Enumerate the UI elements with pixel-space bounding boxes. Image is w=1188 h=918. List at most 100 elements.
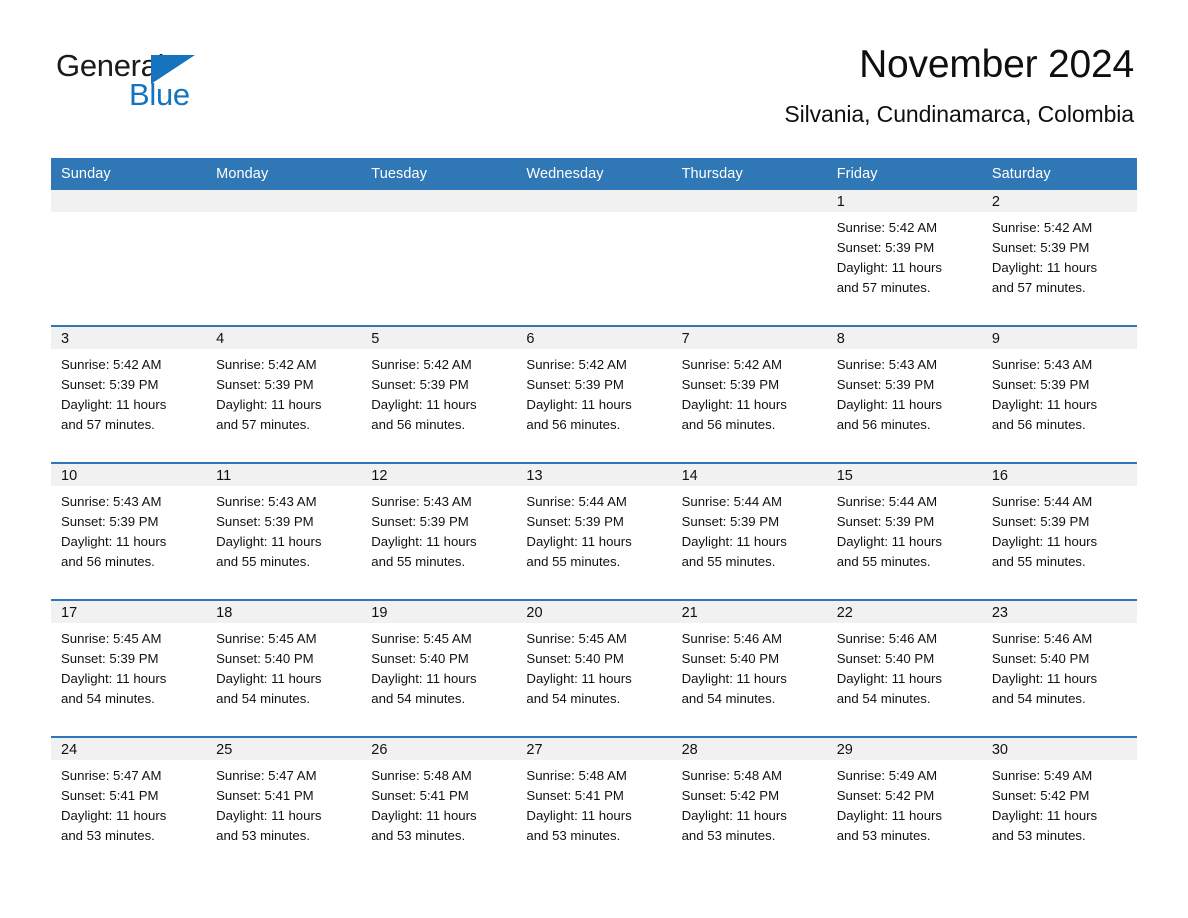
page-title: November 2024 <box>859 43 1134 86</box>
title-block: November 2024 Silvania, Cundinamarca, Co… <box>784 43 1134 128</box>
day-daylight-line: Daylight: 11 hours <box>526 397 632 413</box>
day-details: Sunrise: 5:44 AM Sunset: 5:39 PM Daylight:… <box>982 486 1137 572</box>
day-details <box>516 212 671 218</box>
day-cell[interactable]: 15 Sunrise: 5:44 AM Sunset: 5:39 PM Dayligh… <box>826 462 982 600</box>
day-cell[interactable]: 26 Sunrise: 5:48 AM Sunset: 5:41 PM Dayligh… <box>361 736 517 873</box>
day-cell[interactable]: 18 Sunrise: 5:45 AM Sunset: 5:40 PM Dayligh… <box>206 599 362 737</box>
day-sunrise-line: Sunrise: 5:42 AM <box>216 357 317 372</box>
day-cell[interactable]: 11 Sunrise: 5:43 AM Sunset: 5:39 PM Dayligh… <box>206 462 362 600</box>
calendar-week-row: 3 Sunrise: 5:42 AM Sunset: 5:39 PM Daylight… <box>51 325 1137 463</box>
day-details: Sunrise: 5:42 AM Sunset: 5:39 PM Daylight:… <box>982 212 1137 298</box>
day-cell[interactable]: 10 Sunrise: 5:43 AM Sunset: 5:39 PM Dayligh… <box>51 462 207 600</box>
day-details: Sunrise: 5:46 AM Sunset: 5:40 PM Daylight:… <box>982 623 1137 709</box>
calendar-week-row: 24 Sunrise: 5:47 AM Sunset: 5:41 PM Dayligh… <box>51 736 1137 873</box>
day-cell[interactable]: 4 Sunrise: 5:42 AM Sunset: 5:39 PM Daylight… <box>206 325 362 463</box>
day-cell[interactable]: 1 Sunrise: 5:42 AM Sunset: 5:39 PM Daylight… <box>826 190 982 326</box>
day-details: Sunrise: 5:48 AM Sunset: 5:41 PM Daylight:… <box>516 760 671 846</box>
day-cell-empty <box>206 190 362 326</box>
day-cell[interactable]: 27 Sunrise: 5:48 AM Sunset: 5:41 PM Dayligh… <box>516 736 672 873</box>
day-sunrise-line: Sunrise: 5:48 AM <box>526 768 627 783</box>
day-details: Sunrise: 5:42 AM Sunset: 5:39 PM Daylight:… <box>206 349 361 435</box>
day-sunset-line: Sunset: 5:41 PM <box>526 788 624 804</box>
day-daylight-line: Daylight: 11 hours <box>371 397 477 413</box>
day-daylight-line: Daylight: 11 hours <box>61 671 167 687</box>
day-daylight-line: and 57 minutes. <box>61 417 155 433</box>
day-details: Sunrise: 5:44 AM Sunset: 5:39 PM Daylight:… <box>827 486 982 572</box>
day-daylight-line: and 56 minutes. <box>681 417 776 433</box>
day-cell[interactable]: 23 Sunrise: 5:46 AM Sunset: 5:40 PM Dayligh… <box>981 599 1137 737</box>
generalblue-logo[interactable]: General Blue <box>56 50 216 112</box>
day-sunrise-line: Sunrise: 5:44 AM <box>991 494 1093 509</box>
day-number: 8 <box>826 327 982 349</box>
day-sunrise-line: Sunrise: 5:47 AM <box>61 768 162 783</box>
day-sunset-line: Sunset: 5:39 PM <box>836 240 935 256</box>
day-number <box>361 190 517 212</box>
day-cell[interactable]: 29 Sunrise: 5:49 AM Sunset: 5:42 PM Dayligh… <box>826 736 982 873</box>
day-sunset-line: Sunset: 5:39 PM <box>216 514 314 530</box>
day-details <box>51 212 206 218</box>
day-details: Sunrise: 5:44 AM Sunset: 5:39 PM Daylight:… <box>516 486 671 572</box>
day-number: 17 <box>51 601 207 623</box>
day-cell[interactable]: 9 Sunrise: 5:43 AM Sunset: 5:39 PM Daylight… <box>981 325 1137 463</box>
day-cell[interactable]: 22 Sunrise: 5:46 AM Sunset: 5:40 PM Dayligh… <box>826 599 982 737</box>
day-daylight-line: Daylight: 11 hours <box>61 808 167 824</box>
day-cell[interactable]: 3 Sunrise: 5:42 AM Sunset: 5:39 PM Daylight… <box>51 325 207 463</box>
day-sunset-line: Sunset: 5:40 PM <box>526 651 624 667</box>
day-cell[interactable]: 12 Sunrise: 5:43 AM Sunset: 5:39 PM Dayligh… <box>361 462 517 600</box>
day-daylight-line: Daylight: 11 hours <box>61 397 167 413</box>
day-number: 21 <box>671 601 827 623</box>
day-daylight-line: and 56 minutes. <box>991 417 1086 433</box>
day-cell[interactable]: 25 Sunrise: 5:47 AM Sunset: 5:41 PM Dayligh… <box>206 736 362 873</box>
day-cell[interactable]: 13 Sunrise: 5:44 AM Sunset: 5:39 PM Dayligh… <box>516 462 672 600</box>
day-cell-empty <box>361 190 517 326</box>
day-daylight-line: Daylight: 11 hours <box>991 397 1098 413</box>
day-number: 22 <box>826 601 982 623</box>
day-daylight-line: Daylight: 11 hours <box>216 397 322 413</box>
day-details: Sunrise: 5:45 AM Sunset: 5:39 PM Daylight:… <box>51 623 206 709</box>
day-number: 19 <box>361 601 517 623</box>
weekday-header-thursday: Thursday <box>671 158 827 190</box>
day-sunrise-line: Sunrise: 5:42 AM <box>836 220 938 235</box>
calendar-header-row: Sunday Monday Tuesday Wednesday Thursday… <box>51 158 1137 190</box>
day-cell[interactable]: 5 Sunrise: 5:42 AM Sunset: 5:39 PM Daylight… <box>361 325 517 463</box>
day-cell[interactable]: 7 Sunrise: 5:42 AM Sunset: 5:39 PM Daylight… <box>671 325 827 463</box>
day-details: Sunrise: 5:43 AM Sunset: 5:39 PM Daylight:… <box>827 349 982 435</box>
weekday-header-friday: Friday <box>826 158 982 190</box>
day-cell[interactable]: 16 Sunrise: 5:44 AM Sunset: 5:39 PM Dayligh… <box>981 462 1137 600</box>
day-cell[interactable]: 24 Sunrise: 5:47 AM Sunset: 5:41 PM Dayligh… <box>51 736 207 873</box>
day-daylight-line: and 53 minutes. <box>526 828 621 844</box>
day-daylight-line: Daylight: 11 hours <box>836 671 943 687</box>
day-cell[interactable]: 17 Sunrise: 5:45 AM Sunset: 5:39 PM Dayligh… <box>51 599 207 737</box>
day-daylight-line: Daylight: 11 hours <box>991 671 1098 687</box>
day-details: Sunrise: 5:48 AM Sunset: 5:42 PM Daylight:… <box>672 760 827 846</box>
day-sunset-line: Sunset: 5:39 PM <box>681 514 780 530</box>
day-sunrise-line: Sunrise: 5:46 AM <box>681 631 782 646</box>
day-number: 3 <box>51 327 207 349</box>
day-daylight-line: and 57 minutes. <box>216 417 310 433</box>
day-cell[interactable]: 6 Sunrise: 5:42 AM Sunset: 5:39 PM Daylight… <box>516 325 672 463</box>
calendar-grid: Sunday Monday Tuesday Wednesday Thursday… <box>51 158 1137 873</box>
day-sunset-line: Sunset: 5:40 PM <box>991 651 1090 667</box>
day-sunset-line: Sunset: 5:39 PM <box>371 377 469 393</box>
day-cell[interactable]: 28 Sunrise: 5:48 AM Sunset: 5:42 PM Dayligh… <box>671 736 827 873</box>
day-sunrise-line: Sunrise: 5:45 AM <box>61 631 162 646</box>
day-number <box>671 190 827 212</box>
day-daylight-line: and 55 minutes. <box>526 554 621 570</box>
day-cell[interactable]: 8 Sunrise: 5:43 AM Sunset: 5:39 PM Daylight… <box>826 325 982 463</box>
day-daylight-line: Daylight: 11 hours <box>836 260 943 276</box>
day-cell[interactable]: 2 Sunrise: 5:42 AM Sunset: 5:39 PM Daylight… <box>981 190 1137 326</box>
day-daylight-line: Daylight: 11 hours <box>526 808 632 824</box>
day-cell[interactable]: 19 Sunrise: 5:45 AM Sunset: 5:40 PM Dayligh… <box>361 599 517 737</box>
calendar-week-row: 17 Sunrise: 5:45 AM Sunset: 5:39 PM Dayligh… <box>51 599 1137 737</box>
day-cell[interactable]: 14 Sunrise: 5:44 AM Sunset: 5:39 PM Dayligh… <box>671 462 827 600</box>
day-details: Sunrise: 5:46 AM Sunset: 5:40 PM Daylight:… <box>827 623 982 709</box>
day-daylight-line: Daylight: 11 hours <box>991 534 1098 550</box>
day-cell[interactable]: 21 Sunrise: 5:46 AM Sunset: 5:40 PM Dayligh… <box>671 599 827 737</box>
day-sunset-line: Sunset: 5:42 PM <box>991 788 1090 804</box>
day-sunset-line: Sunset: 5:39 PM <box>991 514 1090 530</box>
day-cell[interactable]: 20 Sunrise: 5:45 AM Sunset: 5:40 PM Dayligh… <box>516 599 672 737</box>
day-daylight-line: Daylight: 11 hours <box>681 534 787 550</box>
day-details: Sunrise: 5:45 AM Sunset: 5:40 PM Daylight:… <box>206 623 361 709</box>
day-cell[interactable]: 30 Sunrise: 5:49 AM Sunset: 5:42 PM Dayligh… <box>981 736 1137 873</box>
day-number: 13 <box>516 464 672 486</box>
